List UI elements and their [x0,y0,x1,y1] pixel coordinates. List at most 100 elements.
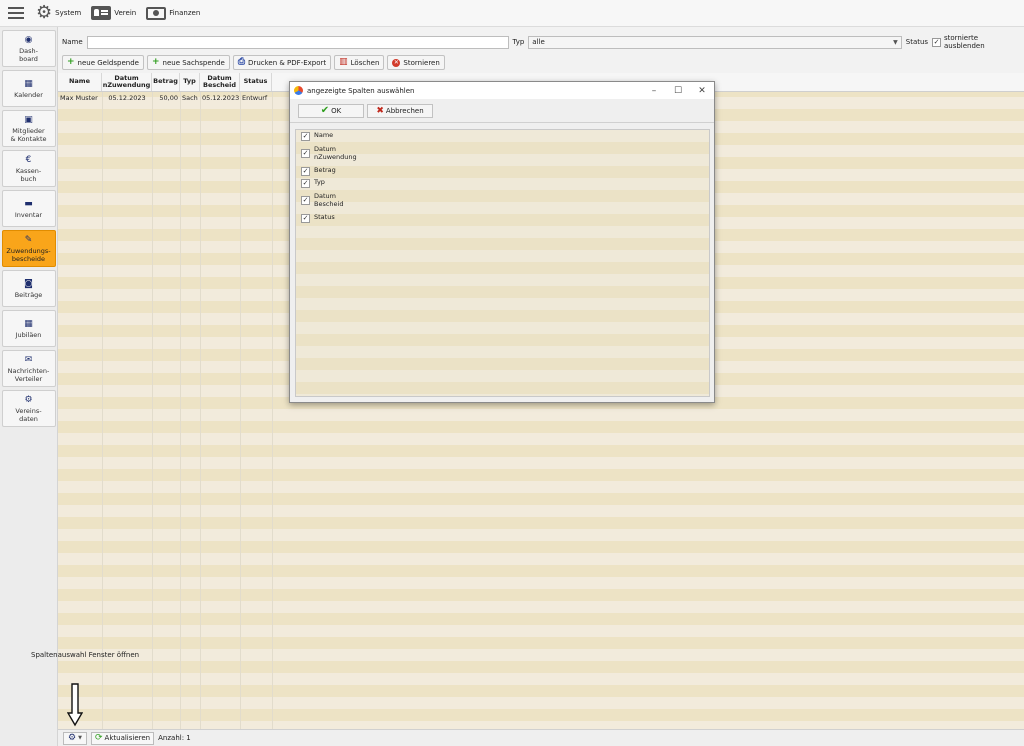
list-item[interactable]: Datum nZuwendung [296,142,709,165]
cancel-label: Abbrechen [385,106,424,115]
column-header-name[interactable]: Name [58,73,102,91]
sidebar-item-inventar[interactable]: ▬ Inventar [1,190,56,227]
cell-date-notice: 05.12.2023 [202,94,240,102]
menu-system[interactable]: ⚙ System [36,4,81,22]
minimize-icon[interactable]: – [642,83,666,99]
sidebar-item-label: Nachrichten- Verteiler [7,366,50,383]
type-filter-label: Typ [512,38,525,46]
money-icon: ◙ [24,278,33,289]
column-separator [180,92,181,729]
sidebar-item-label: Zuwendungs- bescheide [6,246,51,263]
hide-cancelled-label: stornierte ausblenden [943,34,985,50]
menu-verein-label: Verein [114,9,137,17]
new-goods-donation-label: neue Sachspende [162,58,225,67]
menu-verein[interactable]: Verein [91,6,136,20]
plus-icon: + [67,57,75,67]
new-goods-donation-button[interactable]: + neue Sachspende [146,55,230,70]
trash-icon: ▥ [339,57,348,67]
maximize-icon[interactable]: ☐ [666,83,690,99]
top-menubar: ⚙ System Verein Finanzen [0,0,1024,27]
column-checkbox[interactable] [301,178,310,188]
chevron-down-icon: ▼ [893,38,898,46]
sidebar-item-beitraege[interactable]: ◙ Beiträge [1,270,56,307]
sidebar-item-label: Dash- board [19,46,38,63]
hamburger-menu-icon[interactable] [6,4,26,22]
checkmark-icon: ✔ [320,105,330,116]
close-icon[interactable]: ✕ [690,83,714,99]
sidebar-item-kassenbuch[interactable]: € Kassen- buch [1,150,56,187]
filter-row: Name Typ alle ▼ Status stornierte ausble… [58,33,1024,51]
sidebar-item-vereinsdaten[interactable]: ⚙ Vereins- daten [1,390,56,427]
list-item[interactable]: Name [296,130,709,142]
cell-date-donation: 05.12.2023 [108,94,146,102]
cancel-donation-label: Stornieren [403,58,440,67]
close-icon: ✖ [376,105,384,116]
cancel-button[interactable]: ✖ Abbrechen [367,103,433,118]
name-filter-input[interactable] [86,35,509,49]
column-checkbox[interactable] [301,166,310,176]
hide-cancelled-checkbox[interactable] [932,37,941,47]
table-row[interactable]: Max Muster 05.12.2023 50,00 Sach 05.12.2… [58,92,272,104]
cancel-donation-button[interactable]: ✕ Stornieren [387,55,445,70]
column-selection-dialog: angezeigte Spalten auswählen – ☐ ✕ ✔ OK … [289,81,715,403]
column-checkbox[interactable] [301,196,310,205]
column-separator [152,92,153,729]
column-selection-button[interactable]: ⚙ ▼ [63,731,87,745]
dialog-body: ✔ OK ✖ Abbrechen Name Datum nZuwendung B… [290,99,714,402]
cell-type: Sach [182,94,198,102]
ok-button[interactable]: ✔ OK [298,103,364,118]
sidebar-item-zuwendungsbescheide[interactable]: ✎ Zuwendungs- bescheide [1,230,56,267]
sidebar-item-label: Kassen- buch [15,166,42,183]
list-item[interactable]: Betrag [296,165,709,177]
contacts-icon: ▣ [24,114,33,125]
sidebar-item-label: Jubiläen [15,330,42,339]
list-item[interactable]: Typ [296,177,709,189]
column-list: Name Datum nZuwendung Betrag Typ Datum B… [295,129,710,397]
delete-label: Löschen [350,58,380,67]
app-logo-icon [294,86,303,95]
list-item[interactable]: Status [296,212,709,224]
gear-icon: ⚙ [36,2,53,23]
refresh-button[interactable]: ⟳ Aktualisieren [91,731,155,745]
sidebar-item-nachrichten[interactable]: ✉ Nachrichten- Verteiler [1,350,56,387]
column-separator [200,92,201,729]
certificate-icon: ✎ [24,234,33,245]
sidebar-item-jubilaeen[interactable]: ▦ Jubiläen [1,310,56,347]
column-checkbox[interactable] [301,149,310,158]
calendar-icon: ▦ [24,318,33,329]
column-header-date-notice[interactable]: Datum Bescheid [200,73,240,91]
sidebar: ◉ Dash- board ▦ Kalender ▣ Mitglieder & … [0,27,58,746]
column-header-status[interactable]: Status [240,73,272,91]
menu-finanzen[interactable]: Finanzen [146,6,200,20]
bottom-statusbar: ⚙ ▼ ⟳ Aktualisieren Anzahl: 1 [58,729,1024,746]
sidebar-item-mitglieder[interactable]: ▣ Mitglieder & Kontakte [1,110,56,147]
type-filter-select[interactable]: alle ▼ [528,35,902,49]
dialog-titlebar[interactable]: angezeigte Spalten auswählen – ☐ ✕ [290,82,714,99]
dialog-toolbar: ✔ OK ✖ Abbrechen [290,99,714,123]
main-toolbar: + neue Geldspende + neue Sachspende ⎙ Dr… [62,55,448,70]
column-checkbox[interactable] [301,213,310,223]
sidebar-item-label: Kalender [14,90,43,99]
sidebar-item-label: Mitglieder & Kontakte [10,126,47,143]
menu-system-label: System [55,9,82,17]
euro-icon: € [25,154,32,165]
column-header-date-donation[interactable]: Datum nZuwendung [102,73,152,91]
new-money-donation-button[interactable]: + neue Geldspende [62,55,144,70]
column-header-type[interactable]: Typ [180,73,200,91]
sidebar-item-kalender[interactable]: ▦ Kalender [1,70,56,107]
column-header-amount[interactable]: Betrag [152,73,180,91]
money-icon [146,6,167,20]
new-money-donation-label: neue Geldspende [77,58,139,67]
print-pdf-button[interactable]: ⎙ Drucken & PDF-Export [232,55,332,70]
sidebar-item-dashboard[interactable]: ◉ Dash- board [1,30,56,67]
cell-status: Entwurf [242,94,268,102]
status-filter-label: Status [905,38,929,46]
cell-name: Max Muster [60,94,98,102]
row-count: Anzahl: 1 [158,734,191,742]
list-item[interactable]: Datum Bescheid [296,189,709,212]
column-label: Status [314,213,335,222]
column-checkbox[interactable] [301,131,310,141]
delete-button[interactable]: ▥ Löschen [334,55,385,70]
printer-icon: ⎙ [237,57,246,67]
column-separator [272,92,273,729]
